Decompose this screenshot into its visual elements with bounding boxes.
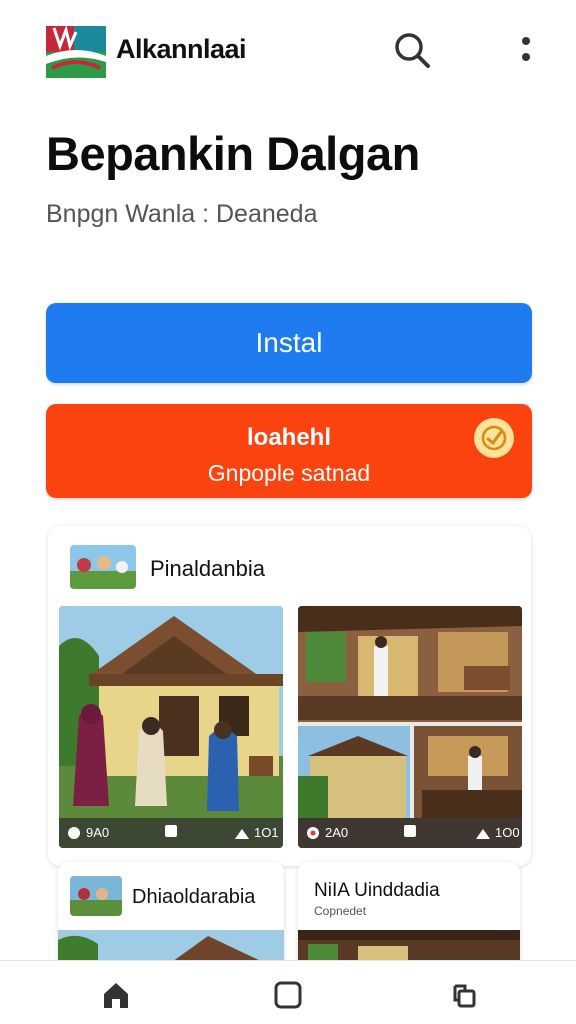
views-count: 9A0 (86, 825, 110, 840)
card-title: Dhiaoldarabia (132, 886, 256, 908)
photo-stats-bar: 2A0 1O0 (298, 818, 522, 848)
more-options-button[interactable] (510, 30, 542, 70)
camera-icon (307, 826, 319, 839)
install-button-label: Instal (255, 327, 323, 358)
card-thumbnail (70, 545, 136, 589)
photo-stats-bar: 9A0 1O1 (59, 818, 283, 848)
photo-shop-interior[interactable]: 2A0 1O0 (298, 606, 522, 848)
card-thumbnail (70, 876, 122, 916)
like-icon (235, 828, 249, 839)
orange-action-button[interactable]: loahehl Gnpople satnad (46, 404, 532, 498)
search-icon (395, 33, 430, 68)
like-icon (476, 828, 490, 839)
likes-count: 1O1 (254, 825, 279, 840)
likes-stat: 1O0 (476, 825, 520, 840)
square-icon (404, 825, 416, 837)
orange-button-title: loahehl (246, 424, 331, 451)
nav-square-button[interactable] (268, 975, 308, 1015)
home-icon (104, 983, 128, 1008)
more-vert-icon (522, 37, 530, 61)
install-button[interactable]: Instal (46, 303, 532, 383)
card-subtitle: Copnedet (314, 904, 367, 918)
square-stat (165, 825, 177, 837)
likes-stat: 1O1 (235, 825, 279, 840)
app-logo (46, 24, 106, 78)
search-button[interactable] (390, 28, 434, 72)
views-count: 2A0 (325, 825, 349, 840)
clock-icon (474, 418, 514, 458)
views-stat: 9A0 (67, 825, 109, 840)
top-app-bar: Alkannlaai (0, 0, 576, 100)
nav-home-button[interactable] (96, 975, 136, 1015)
card-title: NiIA Uinddadia (314, 880, 440, 901)
app-name: Alkannlaai (116, 34, 247, 64)
camera-icon (68, 826, 80, 839)
orange-button-subtitle: Gnpople satnad (207, 460, 371, 486)
views-stat: 2A0 (306, 825, 348, 840)
square-icon (274, 981, 302, 1009)
bottom-navigation-bar (0, 960, 576, 1024)
content-card-2[interactable]: Dhiaoldarabia (58, 862, 284, 972)
card-title: Pinaldanbia (150, 556, 265, 581)
square-icon (165, 825, 177, 837)
nav-recents-button[interactable] (444, 975, 484, 1015)
page-title: Bepankin Dalgan (46, 127, 420, 180)
square-stat (404, 825, 416, 837)
content-card-3[interactable]: NiIA Uinddadia Copnedet (298, 862, 520, 972)
content-card[interactable]: Pinaldanbia 9A0 1O1 2A0 1O0 (48, 526, 531, 866)
recents-icon (453, 984, 476, 1008)
photo-house-exterior[interactable]: 9A0 1O1 (59, 606, 283, 848)
page-subtitle: Bnpgn Wanla : Deaneda (46, 200, 318, 228)
likes-count: 1O0 (495, 825, 520, 840)
